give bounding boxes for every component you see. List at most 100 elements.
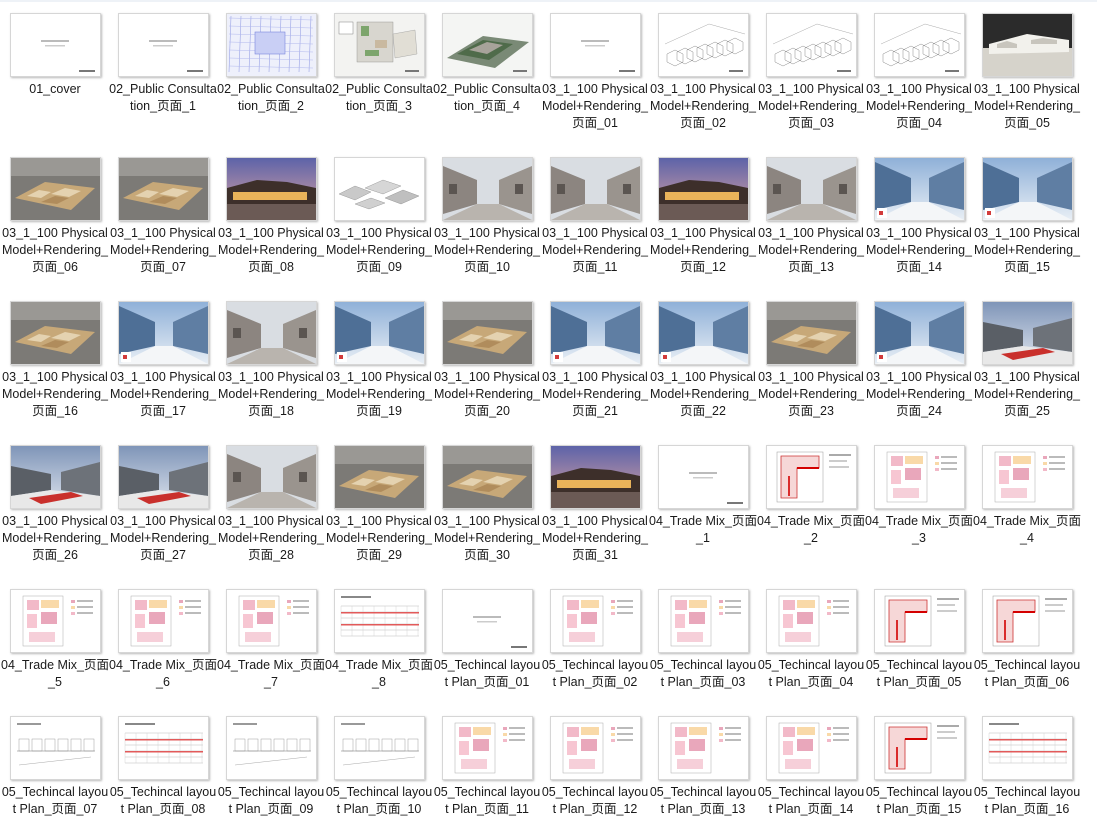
file-name-label[interactable]: 05_Techincal layout Plan_页面_15 (865, 784, 973, 818)
file-name-label[interactable]: 03_1_100 Physical Model+Rendering_页面_21 (541, 369, 649, 420)
file-thumbnail[interactable] (334, 301, 425, 365)
file-thumbnail[interactable] (10, 157, 101, 221)
file-name-label[interactable]: 03_1_100 Physical Model+Rendering_页面_11 (541, 225, 649, 276)
file-thumbnail[interactable] (658, 13, 749, 77)
file-thumbnail[interactable] (442, 13, 533, 77)
file-thumbnail[interactable] (118, 301, 209, 365)
file-name-label[interactable]: 05_Techincal layout Plan_页面_05 (865, 657, 973, 691)
file-name-label[interactable]: 03_1_100 Physical Model+Rendering_页面_27 (109, 513, 217, 564)
file-thumbnail[interactable] (442, 589, 533, 653)
file-name-label[interactable]: 03_1_100 Physical Model+Rendering_页面_16 (1, 369, 109, 420)
file-thumbnail[interactable] (766, 445, 857, 509)
file-name-label[interactable]: 03_1_100 Physical Model+Rendering_页面_19 (325, 369, 433, 420)
file-name-label[interactable]: 03_1_100 Physical Model+Rendering_页面_10 (433, 225, 541, 276)
file-thumbnail[interactable] (658, 301, 749, 365)
file-name-label[interactable]: 05_Techincal layout Plan_页面_16 (973, 784, 1081, 818)
file-name-label[interactable]: 03_1_100 Physical Model+Rendering_页面_20 (433, 369, 541, 420)
file-name-label[interactable]: 05_Techincal layout Plan_页面_11 (433, 784, 541, 818)
file-thumbnail[interactable] (874, 445, 965, 509)
file-thumbnail[interactable] (10, 445, 101, 509)
file-name-label[interactable]: 05_Techincal layout Plan_页面_13 (649, 784, 757, 818)
file-thumbnail[interactable] (874, 157, 965, 221)
file-thumbnail[interactable] (334, 716, 425, 780)
file-thumbnail[interactable] (334, 13, 425, 77)
file-name-label[interactable]: 03_1_100 Physical Model+Rendering_页面_15 (973, 225, 1081, 276)
file-thumbnail[interactable] (226, 301, 317, 365)
file-name-label[interactable]: 05_Techincal layout Plan_页面_07 (1, 784, 109, 818)
file-name-label[interactable]: 04_Trade Mix_页面_1 (649, 513, 757, 547)
file-name-label[interactable]: 03_1_100 Physical Model+Rendering_页面_03 (757, 81, 865, 132)
file-name-label[interactable]: 03_1_100 Physical Model+Rendering_页面_01 (541, 81, 649, 132)
file-name-label[interactable]: 03_1_100 Physical Model+Rendering_页面_24 (865, 369, 973, 420)
file-thumbnail[interactable] (118, 157, 209, 221)
file-thumbnail[interactable] (550, 301, 641, 365)
file-thumbnail[interactable] (874, 589, 965, 653)
file-thumbnail[interactable] (442, 157, 533, 221)
file-name-label[interactable]: 04_Trade Mix_页面_7 (217, 657, 325, 691)
file-name-label[interactable]: 03_1_100 Physical Model+Rendering_页面_26 (1, 513, 109, 564)
file-thumbnail[interactable] (658, 157, 749, 221)
file-thumbnail[interactable] (442, 445, 533, 509)
file-name-label[interactable]: 05_Techincal layout Plan_页面_04 (757, 657, 865, 691)
file-thumbnail[interactable] (982, 716, 1073, 780)
file-name-label[interactable]: 03_1_100 Physical Model+Rendering_页面_08 (217, 225, 325, 276)
file-name-label[interactable]: 04_Trade Mix_页面_6 (109, 657, 217, 691)
file-thumbnail[interactable] (118, 589, 209, 653)
file-name-label[interactable]: 03_1_100 Physical Model+Rendering_页面_05 (973, 81, 1081, 132)
file-name-label[interactable]: 03_1_100 Physical Model+Rendering_页面_29 (325, 513, 433, 564)
file-name-label[interactable]: 02_Public Consultation_页面_3 (325, 81, 433, 115)
file-thumbnail[interactable] (982, 301, 1073, 365)
file-name-label[interactable]: 05_Techincal layout Plan_页面_14 (757, 784, 865, 818)
file-thumbnail[interactable] (10, 13, 101, 77)
file-name-label[interactable]: 02_Public Consultation_页面_1 (109, 81, 217, 115)
file-thumbnail[interactable] (766, 301, 857, 365)
file-thumbnail[interactable] (550, 589, 641, 653)
file-thumbnail[interactable] (550, 13, 641, 77)
file-name-label[interactable]: 02_Public Consultation_页面_2 (217, 81, 325, 115)
file-name-label[interactable]: 03_1_100 Physical Model+Rendering_页面_09 (325, 225, 433, 276)
file-thumbnail[interactable] (658, 589, 749, 653)
file-thumbnail[interactable] (442, 716, 533, 780)
file-thumbnail[interactable] (982, 157, 1073, 221)
file-name-label[interactable]: 04_Trade Mix_页面_2 (757, 513, 865, 547)
file-thumbnail[interactable] (226, 589, 317, 653)
file-thumbnail[interactable] (550, 716, 641, 780)
file-thumbnail[interactable] (118, 445, 209, 509)
file-thumbnail[interactable] (334, 445, 425, 509)
file-thumbnail[interactable] (226, 13, 317, 77)
file-name-label[interactable]: 03_1_100 Physical Model+Rendering_页面_28 (217, 513, 325, 564)
file-thumbnail[interactable] (226, 157, 317, 221)
file-name-label[interactable]: 03_1_100 Physical Model+Rendering_页面_23 (757, 369, 865, 420)
file-thumbnail[interactable] (334, 589, 425, 653)
file-name-label[interactable]: 04_Trade Mix_页面_8 (325, 657, 433, 691)
file-thumbnail[interactable] (982, 13, 1073, 77)
file-thumbnail[interactable] (766, 589, 857, 653)
file-thumbnail[interactable] (550, 157, 641, 221)
file-thumbnail[interactable] (226, 445, 317, 509)
file-thumbnail[interactable] (766, 13, 857, 77)
file-thumbnail[interactable] (766, 157, 857, 221)
file-name-label[interactable]: 05_Techincal layout Plan_页面_02 (541, 657, 649, 691)
file-thumbnail[interactable] (766, 716, 857, 780)
file-name-label[interactable]: 03_1_100 Physical Model+Rendering_页面_04 (865, 81, 973, 132)
file-name-label[interactable]: 03_1_100 Physical Model+Rendering_页面_31 (541, 513, 649, 564)
file-name-label[interactable]: 05_Techincal layout Plan_页面_08 (109, 784, 217, 818)
file-name-label[interactable]: 05_Techincal layout Plan_页面_09 (217, 784, 325, 818)
file-thumbnail[interactable] (658, 445, 749, 509)
file-name-label[interactable]: 03_1_100 Physical Model+Rendering_页面_02 (649, 81, 757, 132)
file-name-label[interactable]: 03_1_100 Physical Model+Rendering_页面_17 (109, 369, 217, 420)
file-thumbnail[interactable] (226, 716, 317, 780)
file-name-label[interactable]: 03_1_100 Physical Model+Rendering_页面_07 (109, 225, 217, 276)
file-thumbnail[interactable] (442, 301, 533, 365)
file-name-label[interactable]: 03_1_100 Physical Model+Rendering_页面_12 (649, 225, 757, 276)
file-name-label[interactable]: 03_1_100 Physical Model+Rendering_页面_30 (433, 513, 541, 564)
file-name-label[interactable]: 03_1_100 Physical Model+Rendering_页面_13 (757, 225, 865, 276)
file-name-label[interactable]: 04_Trade Mix_页面_4 (973, 513, 1081, 547)
file-name-label[interactable]: 03_1_100 Physical Model+Rendering_页面_14 (865, 225, 973, 276)
file-name-label[interactable]: 04_Trade Mix_页面_3 (865, 513, 973, 547)
file-thumbnail[interactable] (874, 301, 965, 365)
file-thumbnail[interactable] (10, 589, 101, 653)
file-name-label[interactable]: 01_cover (1, 81, 109, 98)
file-thumbnail[interactable] (334, 157, 425, 221)
file-name-label[interactable]: 03_1_100 Physical Model+Rendering_页面_22 (649, 369, 757, 420)
